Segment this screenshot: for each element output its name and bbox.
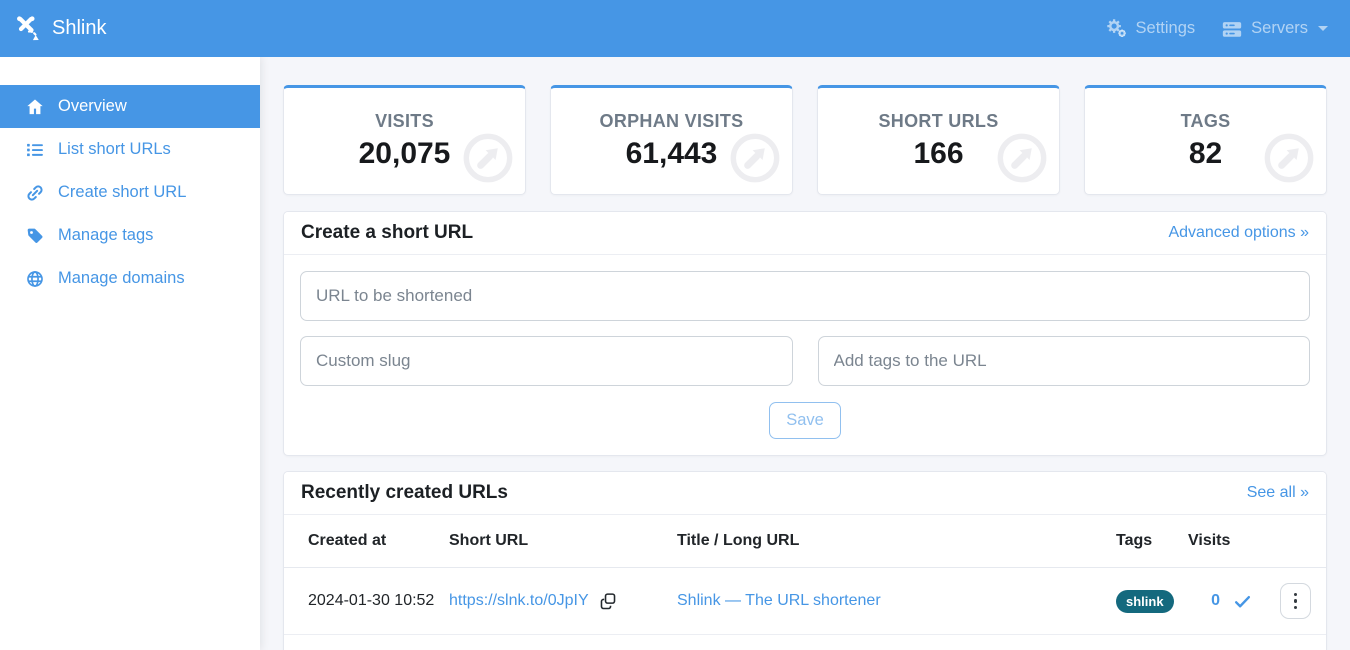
sidebar-item-label: List short URLs — [58, 140, 171, 159]
sidebar-item-label: Create short URL — [58, 183, 186, 202]
sidebar-item-manage-domains[interactable]: Manage domains — [0, 257, 260, 300]
check-icon — [1233, 592, 1252, 611]
tags-input[interactable] — [818, 336, 1311, 386]
recent-urls-table: Created at Short URL Title / Long URL Ta… — [284, 515, 1326, 650]
list-icon — [25, 140, 45, 160]
tag-icon — [25, 226, 45, 246]
title-link[interactable]: Shlink — The URL shortener — [677, 592, 881, 609]
sidebar-item-manage-tags[interactable]: Manage tags — [0, 214, 260, 257]
created-at-cell: 2024-01-30 10:52 — [284, 568, 437, 635]
visits-count[interactable]: 0 — [1211, 592, 1220, 610]
row-menu-button[interactable] — [1280, 583, 1311, 619]
table-header-row: Created at Short URL Title / Long URL Ta… — [284, 515, 1326, 568]
save-button[interactable]: Save — [769, 402, 841, 439]
create-card-header: Create a short URL Advanced options » — [284, 212, 1326, 255]
sidebar-item-label: Manage tags — [58, 226, 153, 245]
col-created-at: Created at — [284, 515, 437, 568]
advanced-options-link[interactable]: Advanced options » — [1168, 224, 1309, 242]
stat-card-orphan-visits[interactable]: ORPHAN VISITS 61,443 — [550, 85, 793, 195]
globe-icon — [25, 269, 45, 289]
servers-dropdown[interactable]: Servers — [1221, 18, 1328, 40]
recent-card-title: Recently created URLs — [301, 482, 508, 504]
arrow-up-right-circle-icon — [729, 132, 781, 189]
navbar-menu: Settings Servers — [1105, 17, 1328, 40]
stat-label: VISITS — [375, 111, 434, 132]
col-actions — [1268, 515, 1326, 568]
settings-label: Settings — [1136, 19, 1196, 38]
create-card-title: Create a short URL — [301, 222, 473, 244]
stat-value: 61,443 — [626, 137, 718, 171]
sidebar: Overview List short URLs — [0, 57, 260, 650]
sidebar-item-list-short-urls[interactable]: List short URLs — [0, 128, 260, 171]
stat-value: 20,075 — [359, 137, 451, 171]
stat-card-tags[interactable]: TAGS 82 — [1084, 85, 1327, 195]
table-row: 2024-01-30 10:52 https://slnk.to/0JpIY — [284, 568, 1326, 635]
stat-label: ORPHAN VISITS — [600, 111, 744, 132]
col-short-url: Short URL — [437, 515, 665, 568]
short-url-link[interactable]: https://slnk.to/0JpIY — [449, 592, 589, 610]
table-row: 2024-01-29 19:20 https://slnk.to/v4.0.0-… — [284, 635, 1326, 650]
stats-row: VISITS 20,075 ORPHAN VISITS 61,443 — [283, 85, 1327, 195]
recent-card-header: Recently created URLs See all » — [284, 472, 1326, 515]
top-navbar: Shlink Settings — [0, 0, 1350, 57]
col-visits: Visits — [1176, 515, 1268, 568]
arrow-up-right-circle-icon — [1263, 132, 1315, 189]
gears-icon — [1105, 17, 1128, 40]
stat-card-visits[interactable]: VISITS 20,075 — [283, 85, 526, 195]
sidebar-item-label: Overview — [58, 97, 127, 116]
sidebar-item-overview[interactable]: Overview — [0, 85, 260, 128]
stat-card-short-urls[interactable]: SHORT URLS 166 — [817, 85, 1060, 195]
tag-badge[interactable]: shlink — [1116, 590, 1174, 613]
custom-slug-input[interactable] — [300, 336, 793, 386]
created-at-cell: 2024-01-29 19:20 — [284, 635, 437, 650]
chevron-down-icon — [1318, 26, 1328, 31]
arrow-up-right-circle-icon — [462, 132, 514, 189]
see-all-link[interactable]: See all » — [1247, 484, 1309, 502]
recently-created-urls-card: Recently created URLs See all » Created … — [283, 471, 1327, 650]
brand[interactable]: Shlink — [14, 15, 106, 43]
arrow-up-right-circle-icon — [996, 132, 1048, 189]
create-card-body: Save — [284, 255, 1326, 455]
create-short-url-card: Create a short URL Advanced options » Sa… — [283, 211, 1327, 456]
servers-icon — [1221, 18, 1243, 40]
main-content: VISITS 20,075 ORPHAN VISITS 61,443 — [260, 57, 1350, 650]
copy-icon[interactable] — [599, 592, 617, 610]
brand-title: Shlink — [52, 17, 106, 40]
servers-label: Servers — [1251, 19, 1308, 38]
sidebar-item-create-short-url[interactable]: Create short URL — [0, 171, 260, 214]
long-url-input[interactable] — [300, 271, 1310, 321]
link-icon — [25, 183, 45, 203]
col-tags: Tags — [1104, 515, 1176, 568]
sidebar-item-label: Manage domains — [58, 269, 185, 288]
home-icon — [25, 97, 45, 117]
col-title-long-url: Title / Long URL — [665, 515, 1104, 568]
settings-nav-item[interactable]: Settings — [1105, 17, 1196, 40]
stat-value: 82 — [1189, 137, 1222, 171]
stat-label: SHORT URLS — [879, 111, 999, 132]
stat-value: 166 — [913, 137, 963, 171]
stat-label: TAGS — [1181, 111, 1231, 132]
shlink-logo-icon — [14, 15, 42, 43]
